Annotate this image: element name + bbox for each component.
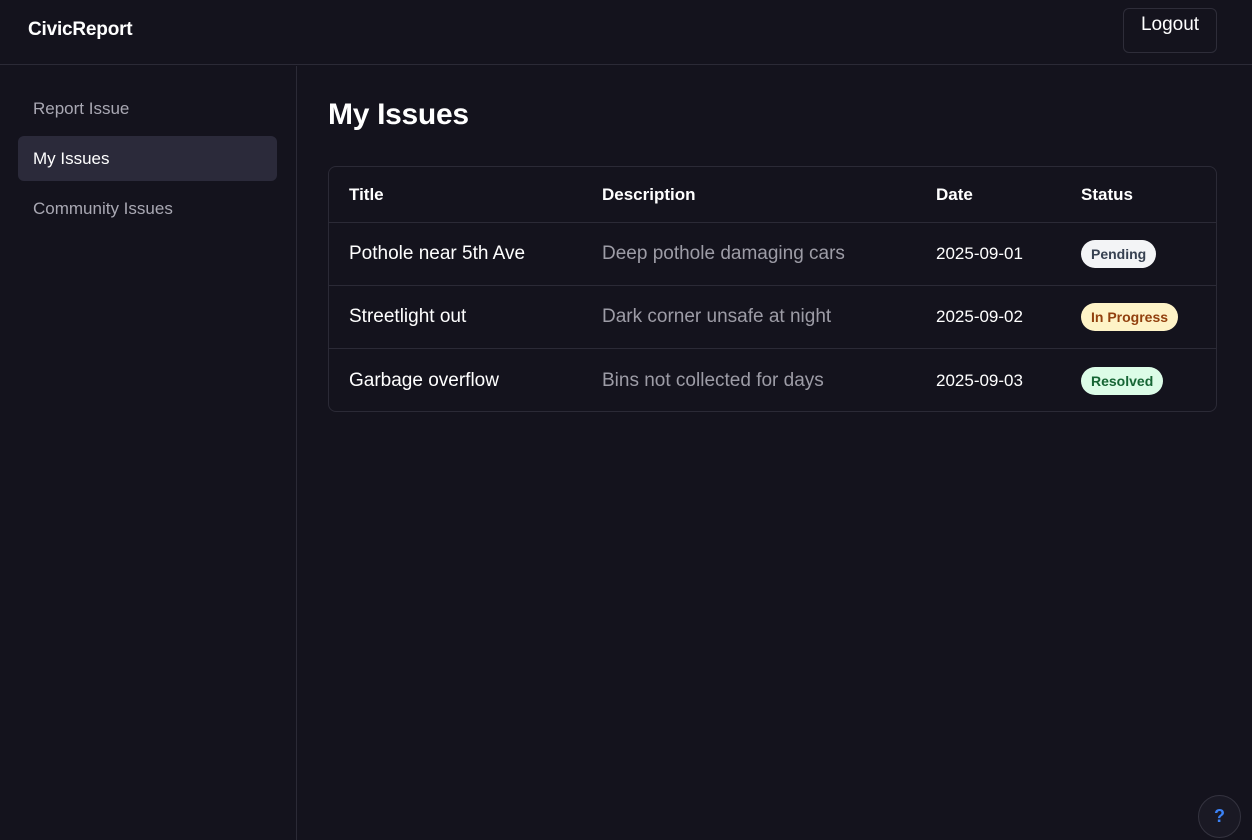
issue-description: Dark corner unsafe at night: [602, 306, 832, 327]
status-badge: Resolved: [1081, 366, 1164, 395]
status-cell: Pending: [1081, 223, 1157, 285]
issue-title: Garbage overflow: [349, 369, 499, 391]
issues-table: Title Description Date Status Pothole ne…: [328, 166, 1217, 412]
status-cell: In Progress: [1081, 286, 1179, 348]
status-badge: Pending: [1081, 240, 1157, 268]
column-header-description: Description: [602, 184, 696, 204]
status-badge: In Progress: [1081, 303, 1179, 331]
status-cell: Resolved: [1081, 349, 1164, 411]
issue-title: Pothole near 5th Ave: [349, 243, 526, 264]
top-bar: CivicReport Logout: [0, 0, 1252, 65]
table-row[interactable]: Garbage overflow Bins not collected for …: [329, 349, 1216, 411]
sidebar: Report Issue My Issues Community Issues: [0, 66, 297, 840]
issue-description: Bins not collected for days: [602, 369, 824, 391]
issue-date: 2025-09-03: [936, 370, 1023, 390]
brand-logo-text[interactable]: CivicReport: [28, 19, 133, 41]
logout-button[interactable]: Logout: [1123, 8, 1217, 53]
sidebar-item-my-issues[interactable]: My Issues: [18, 136, 277, 181]
column-header-date: Date: [936, 184, 973, 204]
sidebar-item-community-issues[interactable]: Community Issues: [18, 186, 277, 231]
issue-description: Deep pothole damaging cars: [602, 243, 845, 264]
table-row[interactable]: Pothole near 5th Ave Deep pothole damagi…: [329, 223, 1216, 286]
table-row[interactable]: Streetlight out Dark corner unsafe at ni…: [329, 286, 1216, 349]
issue-title: Streetlight out: [349, 306, 467, 327]
column-header-title: Title: [349, 184, 384, 204]
issue-date: 2025-09-01: [936, 244, 1023, 263]
main-content: My Issues Title Description Date Status …: [298, 66, 1252, 840]
help-button[interactable]: ?: [1198, 795, 1241, 838]
page-title: My Issues: [328, 98, 469, 131]
table-header-row: Title Description Date Status: [329, 167, 1216, 223]
issue-date: 2025-09-02: [936, 307, 1023, 326]
column-header-status: Status: [1081, 184, 1133, 204]
sidebar-item-report-issue[interactable]: Report Issue: [18, 86, 277, 131]
question-mark-icon: ?: [1214, 806, 1225, 826]
